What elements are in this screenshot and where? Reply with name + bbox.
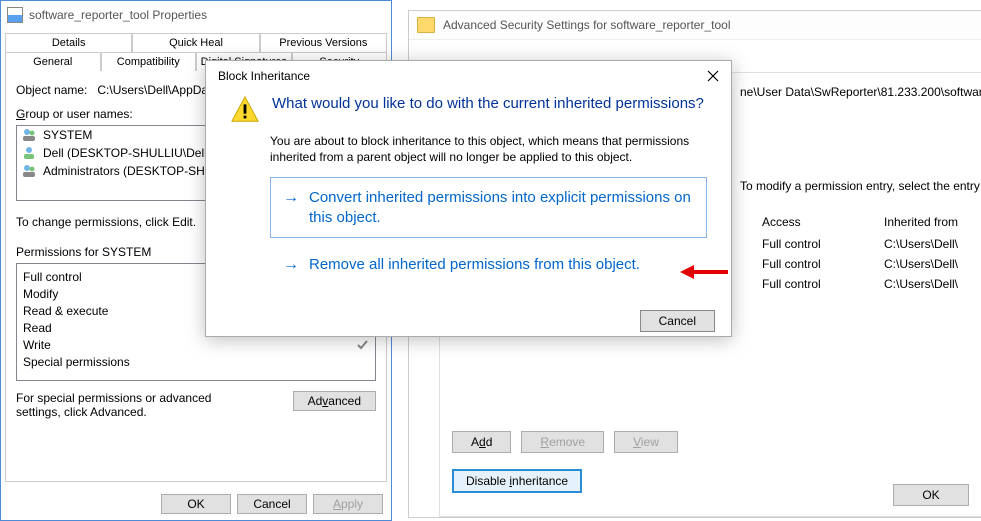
arrow-right-icon: → [283, 190, 299, 206]
block-inheritance-dialog: Block Inheritance What would you like to… [205, 60, 732, 337]
dialog-question: What would you like to do with the curre… [272, 95, 704, 112]
table-row: Write [23, 336, 369, 353]
object-name-value: C:\Users\Dell\AppData [97, 83, 218, 97]
user-system: SYSTEM [43, 128, 92, 142]
advanced-button[interactable]: Advanced [293, 391, 376, 411]
apply-button: Apply [313, 494, 383, 514]
table-row: Special permissions [23, 353, 369, 370]
edit-hint: To change permissions, click Edit. [16, 215, 196, 229]
arrow-right-icon: → [283, 257, 299, 273]
app-icon [7, 7, 23, 23]
ok-button[interactable]: OK [161, 494, 231, 514]
tab-previous-versions[interactable]: Previous Versions [260, 33, 387, 52]
close-icon[interactable] [707, 70, 719, 82]
cancel-button[interactable]: Cancel [237, 494, 307, 514]
window-title: software_reporter_tool Properties [29, 8, 207, 22]
dialog-title: Block Inheritance [218, 69, 310, 83]
users-icon [21, 127, 37, 143]
option-convert-text: Convert inherited permissions into expli… [309, 188, 694, 227]
col-access: Access [754, 211, 874, 233]
user-admins: Administrators (DESKTOP-SHULL [43, 164, 227, 178]
tab-compatibility[interactable]: Compatibility [101, 52, 197, 71]
tab-quickheal[interactable]: Quick Heal [132, 33, 259, 52]
object-name-label: Object name: [16, 83, 87, 97]
option-remove[interactable]: → Remove all inherited permissions from … [270, 244, 707, 286]
view-button: View [614, 431, 678, 453]
check-icon [356, 338, 369, 351]
disable-inheritance-button[interactable]: Disable inheritance [452, 469, 582, 493]
dialog-description: You are about to block inheritance to th… [270, 133, 707, 165]
advanced-titlebar[interactable]: Advanced Security Settings for software_… [409, 11, 981, 40]
tab-general[interactable]: General [5, 52, 101, 71]
properties-titlebar[interactable]: software_reporter_tool Properties [1, 1, 391, 29]
annotation-arrow-icon [680, 262, 730, 282]
tab-row-upper: Details Quick Heal Previous Versions [5, 33, 387, 52]
warning-icon [230, 95, 260, 125]
folder-icon [417, 17, 435, 33]
advanced-window-title: Advanced Security Settings for software_… [443, 18, 730, 32]
users-icon [21, 163, 37, 179]
advanced-ok-button[interactable]: OK [893, 484, 969, 506]
remove-button: Remove [521, 431, 604, 453]
dialog-cancel-button[interactable]: Cancel [640, 310, 715, 332]
option-convert[interactable]: → Convert inherited permissions into exp… [270, 177, 707, 238]
tab-details[interactable]: Details [5, 33, 132, 52]
option-remove-text: Remove all inherited permissions from th… [309, 255, 640, 275]
add-button[interactable]: Add [452, 431, 511, 453]
col-inherited: Inherited from [876, 211, 979, 233]
user-dell: Dell (DESKTOP-SHULLIU\Dell) [43, 146, 211, 160]
advanced-hint: For special permissions or advanced sett… [16, 391, 246, 419]
user-icon [21, 145, 37, 161]
